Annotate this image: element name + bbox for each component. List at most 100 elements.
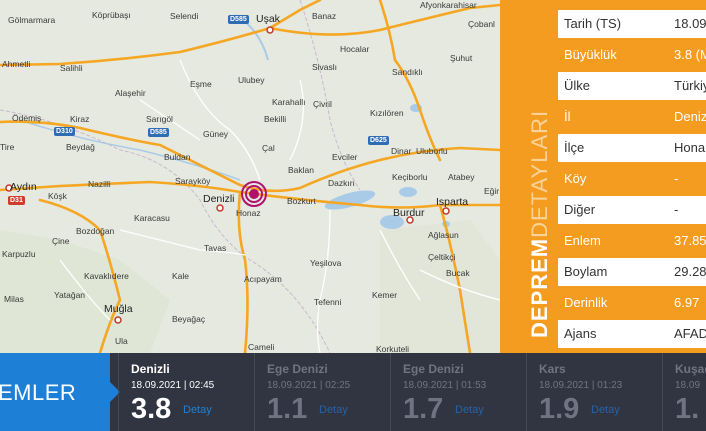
place-label: Ödemiş bbox=[12, 113, 42, 123]
detail-row-country: Ülke Türkiy bbox=[558, 72, 706, 100]
place-label: Kiraz bbox=[70, 114, 90, 124]
place-label: Aydın bbox=[10, 181, 37, 193]
place-label: Bozkurt bbox=[287, 196, 316, 206]
quake-card[interactable]: Kuşad 18.09 1. bbox=[662, 353, 706, 431]
place-label: Evciler bbox=[332, 152, 358, 162]
quake-card[interactable]: Ege Denizi 18.09.2021 | 01:53 1.7 Detay bbox=[390, 353, 525, 431]
place-label: Çine bbox=[52, 236, 70, 246]
detail-value: AFAD bbox=[674, 326, 706, 341]
place-label: Denizli bbox=[203, 193, 235, 205]
place-label: Baklan bbox=[288, 165, 314, 175]
place-label: Sarıgöl bbox=[146, 114, 173, 124]
quake-magnitude: 1. bbox=[675, 393, 700, 425]
place-label: Bekilli bbox=[264, 114, 287, 124]
detail-row-village: Köy - bbox=[558, 165, 706, 193]
quake-detail-link[interactable]: Detay bbox=[319, 404, 348, 416]
place-label: Sivaslı bbox=[312, 62, 338, 72]
place-label: Hocalar bbox=[340, 44, 370, 54]
place-label: Karacasu bbox=[134, 213, 170, 223]
detail-label: Diğer bbox=[564, 202, 596, 217]
place-label: Bucak bbox=[446, 268, 470, 278]
detail-value: Türkiy bbox=[674, 78, 706, 93]
detail-value: Denizl bbox=[674, 109, 706, 124]
quake-detail-link[interactable]: Detay bbox=[591, 404, 620, 416]
place-label: Eşme bbox=[190, 79, 212, 89]
place-label: Tavas bbox=[204, 243, 227, 253]
detail-row-depth: Derinlik 6.97 bbox=[558, 289, 706, 317]
place-label: Selendi bbox=[170, 11, 199, 21]
place-label: Alaşehir bbox=[115, 88, 146, 98]
heading-light: DETAYLARI bbox=[527, 109, 552, 238]
quake-datetime: 18.09 bbox=[675, 380, 701, 391]
place-label: Korkuteli bbox=[376, 344, 410, 353]
place-label: Ula bbox=[115, 336, 128, 346]
heading-bold: DEPREM bbox=[527, 237, 552, 338]
quake-location: Ege Denizi bbox=[267, 362, 328, 376]
detail-row-latitude: Enlem 37.85 bbox=[558, 227, 706, 255]
detail-value: 6.97 bbox=[674, 295, 700, 310]
quake-datetime: 18.09.2021 | 01:23 bbox=[539, 380, 623, 391]
detail-row-province: İl Denizl bbox=[558, 103, 706, 131]
place-label: Acıpayam bbox=[244, 274, 282, 284]
quake-detail-link[interactable]: Detay bbox=[183, 404, 212, 416]
quake-detail-link[interactable]: Detay bbox=[455, 404, 484, 416]
detail-label: Enlem bbox=[564, 233, 601, 248]
road-badge: D310 bbox=[54, 127, 75, 136]
place-label: Afyonkarahisar bbox=[420, 0, 477, 10]
quake-card[interactable]: Ege Denizi 18.09.2021 | 02:25 1.1 Detay bbox=[254, 353, 389, 431]
detail-label: Tarih (TS) bbox=[564, 16, 622, 31]
detail-row-agency: Ajans AFAD bbox=[558, 320, 706, 348]
place-label: Atabey bbox=[448, 172, 475, 182]
place-label: Çobanl bbox=[468, 19, 495, 29]
detail-label: Ülke bbox=[564, 78, 591, 93]
place-label: Çivril bbox=[313, 99, 332, 109]
place-label: Bozdoğan bbox=[76, 226, 115, 236]
detail-row-district: İlçe Hona bbox=[558, 134, 706, 162]
place-label: Cameli bbox=[248, 342, 275, 352]
detail-label: Büyüklük bbox=[564, 47, 617, 62]
epicenter-marker[interactable] bbox=[241, 181, 267, 207]
place-label: Kızılören bbox=[370, 108, 404, 118]
place-label: Beydağ bbox=[66, 142, 95, 152]
place-label: Köprübaşı bbox=[92, 10, 131, 20]
detail-label: Köy bbox=[564, 171, 587, 186]
detail-row-date: Tarih (TS) 18.09 bbox=[558, 10, 706, 38]
place-label: Kavaklıdere bbox=[84, 271, 129, 281]
detail-row-magnitude: Büyüklük 3.8 (M bbox=[558, 41, 706, 69]
place-label: Milas bbox=[4, 294, 24, 304]
place-label: Çal bbox=[262, 143, 275, 153]
place-label: Uluborlu bbox=[416, 146, 448, 156]
detail-value: - bbox=[674, 171, 679, 186]
place-label: Şuhut bbox=[450, 53, 473, 63]
place-label: Dinar bbox=[391, 146, 412, 156]
quake-magnitude: 1.1 bbox=[267, 393, 308, 425]
place-label: Nazilli bbox=[88, 179, 111, 189]
detail-value: - bbox=[674, 202, 679, 217]
place-label: Burdur bbox=[393, 207, 425, 219]
place-label: Sarayköy bbox=[175, 176, 211, 186]
quake-datetime: 18.09.2021 | 01:53 bbox=[403, 380, 487, 391]
quake-card[interactable]: Denizli 18.09.2021 | 02:45 3.8 Detay bbox=[118, 353, 253, 431]
quake-location: Kars bbox=[539, 362, 566, 376]
detail-value: 18.09 bbox=[674, 16, 706, 31]
quake-location: Ege Denizi bbox=[403, 362, 464, 376]
place-label: Buldan bbox=[164, 152, 191, 162]
place-label: Uşak bbox=[256, 13, 280, 25]
place-label: Eğir bbox=[484, 186, 500, 196]
place-label: Sandıklı bbox=[392, 67, 423, 77]
place-label: Yatağan bbox=[54, 290, 86, 300]
strip-title-text: EMLER bbox=[0, 380, 77, 405]
detail-value: 37.85 bbox=[674, 233, 706, 248]
quake-magnitude: 1.7 bbox=[403, 393, 444, 425]
road-badge: D625 bbox=[368, 136, 389, 145]
detail-label: Derinlik bbox=[564, 295, 608, 310]
quake-card[interactable]: Kars 18.09.2021 | 01:23 1.9 Detay bbox=[526, 353, 661, 431]
quake-location: Denizli bbox=[131, 362, 170, 376]
quake-location: Kuşad bbox=[675, 362, 706, 376]
strip-title: EMLER bbox=[0, 353, 120, 431]
place-label: Muğla bbox=[104, 303, 133, 315]
quake-magnitude: 3.8 bbox=[131, 393, 172, 425]
place-label: Yeşilova bbox=[310, 258, 342, 268]
detail-value: 29.28 bbox=[674, 264, 706, 279]
place-label: Isparta bbox=[436, 196, 469, 208]
